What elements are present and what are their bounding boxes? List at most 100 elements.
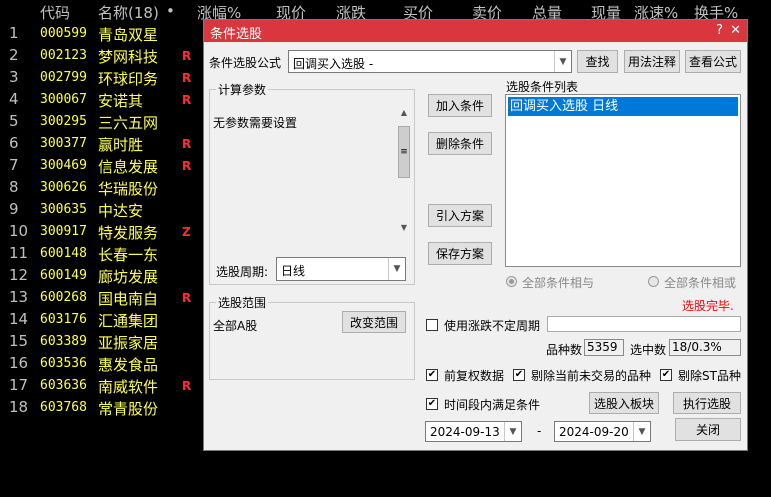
to-block-button[interactable]: 选股入板块 — [589, 392, 659, 414]
exclude-untraded-checkbox[interactable]: ✔ — [513, 369, 525, 381]
timespan-checkbox[interactable]: ✔ — [426, 398, 438, 410]
condition-list-item[interactable]: 回调买入选股 日线 — [508, 97, 738, 116]
row-number: 9 — [9, 200, 19, 218]
row-number: 14 — [9, 310, 29, 328]
timespan-label: 时间段内满足条件 — [444, 398, 541, 412]
stock-screener-dialog: 条件选股 ? ✕ 条件选股公式 回调买入选股 - ▼ 查找 用法注释 查看公式 … — [203, 19, 748, 451]
params-scrollbar[interactable]: ▲ ≡ ▼ — [397, 108, 411, 232]
stock-code: 300635 — [40, 202, 87, 217]
dialog-titlebar[interactable]: 条件选股 ? ✕ — [204, 20, 747, 42]
params-text: 无参数需要设置 — [213, 116, 298, 130]
stock-code: 300626 — [40, 180, 87, 195]
col-name-header[interactable]: 名称(18) — [98, 2, 159, 23]
count-field: 5359 — [584, 339, 624, 356]
date-dash: - — [537, 424, 542, 438]
radio-and[interactable] — [506, 276, 517, 287]
stock-code: 603768 — [40, 400, 87, 415]
syntax-button[interactable]: 用法注释 — [624, 50, 680, 73]
use-period-checkbox[interactable] — [426, 319, 438, 331]
stock-code: 002799 — [40, 70, 87, 85]
scroll-down-icon[interactable]: ▼ — [397, 223, 411, 232]
scroll-up-icon[interactable]: ▲ — [397, 108, 411, 117]
stock-name: 惠发食品 — [98, 356, 159, 374]
stock-code: 300469 — [40, 158, 87, 173]
radio-or-label: 全部条件相或 — [664, 276, 737, 290]
adjust-label: 前复权数据 — [444, 369, 505, 383]
stock-code: 600268 — [40, 290, 87, 305]
range-value: 全部A股 — [213, 319, 258, 333]
chevron-down-icon[interactable]: ▼ — [633, 422, 650, 441]
date-to-value: 2024-09-20 — [559, 425, 629, 439]
date-to-picker[interactable]: 2024-09-20 ▼ — [554, 421, 651, 442]
use-period-label: 使用涨跌不定周期 — [444, 319, 541, 333]
stock-code: 002123 — [40, 48, 87, 63]
view-formula-button[interactable]: 查看公式 — [685, 50, 741, 73]
range-group-title: 选股范围 — [216, 294, 269, 311]
stock-flag: R — [182, 291, 192, 305]
row-number: 16 — [9, 354, 29, 372]
execute-button[interactable]: 执行选股 — [673, 392, 741, 414]
radio-dot — [509, 279, 514, 284]
stock-name: 华瑞股份 — [98, 180, 159, 198]
import-scheme-button[interactable]: 引入方案 — [428, 204, 492, 227]
stock-name: 长春一东 — [98, 246, 159, 264]
stock-code: 000599 — [40, 26, 87, 41]
stock-code: 603176 — [40, 312, 87, 327]
stock-code: 603536 — [40, 356, 87, 371]
chevron-down-icon[interactable]: ▼ — [554, 51, 571, 72]
row-number: 17 — [9, 376, 29, 394]
close-button[interactable]: 关闭 — [675, 418, 741, 441]
save-scheme-button[interactable]: 保存方案 — [428, 242, 492, 265]
scroll-thumb[interactable]: ≡ — [398, 126, 410, 178]
stock-flag: R — [182, 49, 192, 63]
stock-name: 南威软件 — [98, 378, 159, 396]
stock-code: 300067 — [40, 92, 87, 107]
stock-code: 603636 — [40, 378, 87, 393]
exclude-st-label: 剔除ST品种 — [678, 369, 741, 383]
stock-name: 梦网科技 — [98, 48, 159, 66]
add-condition-button[interactable]: 加入条件 — [428, 94, 492, 117]
selected-field: 18/0.3% — [669, 339, 741, 356]
params-group: 计算参数 无参数需要设置 ▲ ≡ ▼ 选股周期: 日线 ▼ — [209, 81, 415, 285]
adjust-checkbox[interactable]: ✔ — [426, 369, 438, 381]
selected-label: 选中数 — [630, 343, 667, 357]
delete-condition-button[interactable]: 删除条件 — [428, 132, 492, 155]
stock-name: 三六五网 — [98, 114, 159, 132]
condition-list[interactable]: 回调买入选股 日线 — [505, 94, 741, 267]
stock-name: 特发服务 — [98, 224, 159, 242]
stock-name: 信息发展 — [98, 158, 159, 176]
row-number: 15 — [9, 332, 29, 350]
find-button[interactable]: 查找 — [577, 50, 618, 73]
radio-or[interactable] — [648, 276, 659, 287]
range-group: 选股范围 全部A股 改变范围 — [209, 294, 415, 380]
close-icon[interactable]: ✕ — [730, 23, 741, 38]
stock-name: 汇通集团 — [98, 312, 159, 330]
row-number: 10 — [9, 222, 29, 240]
formula-select[interactable]: 回调买入选股 - ▼ — [288, 50, 572, 73]
row-number: 11 — [9, 244, 29, 262]
date-from-picker[interactable]: 2024-09-13 ▼ — [425, 421, 522, 442]
dialog-title: 条件选股 — [210, 27, 263, 42]
stock-flag: R — [182, 379, 192, 393]
formula-label: 条件选股公式 — [209, 56, 282, 70]
period-select[interactable]: 日线 ▼ — [276, 257, 406, 281]
row-number: 7 — [9, 156, 19, 174]
change-range-button[interactable]: 改变范围 — [342, 311, 406, 333]
help-icon[interactable]: ? — [716, 23, 723, 38]
row-number: 3 — [9, 68, 19, 86]
period-input[interactable] — [547, 316, 741, 332]
stock-name: 青岛双星 — [98, 26, 159, 44]
col-dot-header: • — [166, 2, 175, 20]
date-from-value: 2024-09-13 — [430, 425, 500, 439]
chevron-down-icon[interactable]: ▼ — [504, 422, 521, 441]
count-label: 品种数 — [546, 343, 583, 357]
row-number: 18 — [9, 398, 29, 416]
stock-flag: R — [182, 71, 192, 85]
exclude-st-checkbox[interactable]: ✔ — [660, 369, 672, 381]
exclude-untraded-label: 剔除当前未交易的品种 — [531, 369, 652, 383]
chevron-down-icon[interactable]: ▼ — [388, 258, 405, 280]
col-code-header[interactable]: 代码 — [40, 2, 70, 23]
row-number: 8 — [9, 178, 19, 196]
row-number: 12 — [9, 266, 29, 284]
stock-flag: R — [182, 93, 192, 107]
